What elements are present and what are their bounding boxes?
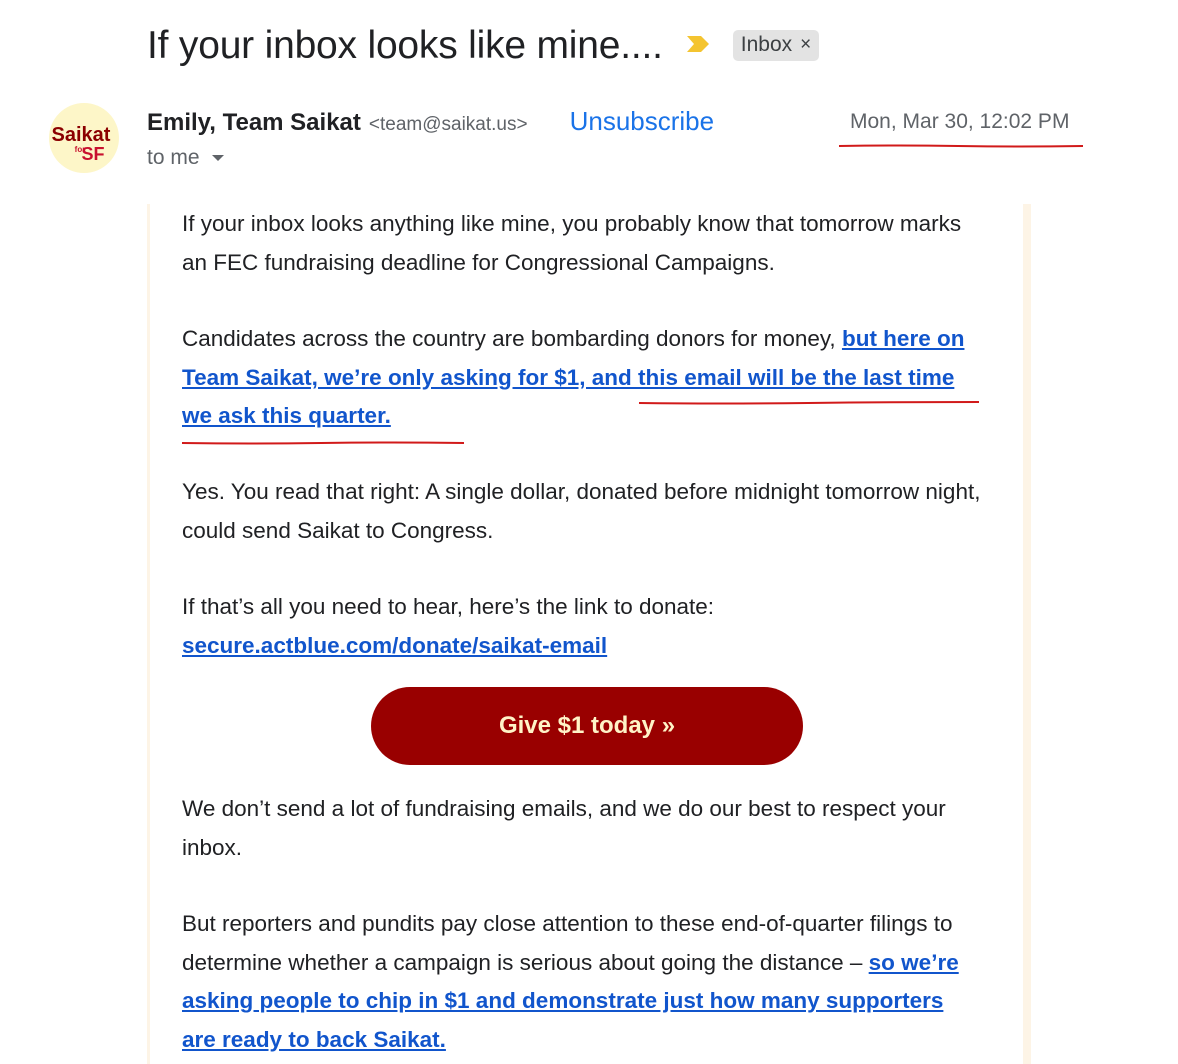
sender-email: <team@saikat.us>: [368, 114, 528, 135]
date-annotation-underline: [838, 144, 1084, 148]
sender-row: Emily, Team Saikat <team@saikat.us> Unsu…: [147, 106, 714, 140]
importance-marker-icon[interactable]: [685, 34, 711, 54]
body-paragraph-1: If your inbox looks anything like mine, …: [182, 211, 962, 275]
body-paragraph-4: If that’s all you need to hear, here’s t…: [182, 588, 982, 665]
body-paragraph-6: But reporters and pundits pay close atte…: [182, 905, 982, 1059]
recipient-details-toggle[interactable]: to me: [147, 146, 224, 170]
annotation-underline: [638, 401, 980, 405]
body-paragraph-5: We don’t send a lot of fundraising email…: [182, 796, 946, 860]
inbox-label-text: Inbox: [740, 32, 793, 56]
body-paragraph-2: Candidates across the country are bombar…: [182, 320, 982, 436]
sender-name[interactable]: Emily, Team Saikat: [147, 109, 361, 137]
sender-avatar: Saikat for SF: [49, 103, 119, 173]
unsubscribe-link[interactable]: Unsubscribe: [570, 106, 715, 137]
email-date: Mon, Mar 30, 12:02 PM: [850, 110, 1070, 133]
recipient-label: to me: [147, 146, 200, 169]
give-one-dollar-button[interactable]: Give $1 today »: [371, 687, 803, 765]
avatar-logo-sf: SF: [81, 144, 104, 164]
subject-row: If your inbox looks like mine.... Inbox …: [147, 18, 820, 74]
email-subject: If your inbox looks like mine....: [147, 24, 663, 67]
body-paragraph-3: Yes. You read that right: A single dolla…: [182, 479, 981, 543]
inbox-label-chip: Inbox ×: [732, 29, 820, 61]
annotation-underline: [181, 441, 465, 445]
chevron-down-icon[interactable]: [211, 155, 224, 161]
email-body: If your inbox looks anything like mine, …: [147, 204, 1031, 1064]
remove-label-icon[interactable]: ×: [800, 34, 811, 56]
body-paragraph-6-text: But reporters and pundits pay close atte…: [182, 911, 953, 975]
donate-url-link[interactable]: secure.actblue.com/donate/saikat-email: [182, 633, 607, 658]
body-paragraph-2-text: Candidates across the country are bombar…: [182, 326, 842, 351]
avatar-logo-name: Saikat: [52, 124, 111, 146]
body-paragraph-4-text: If that’s all you need to hear, here’s t…: [182, 594, 715, 619]
